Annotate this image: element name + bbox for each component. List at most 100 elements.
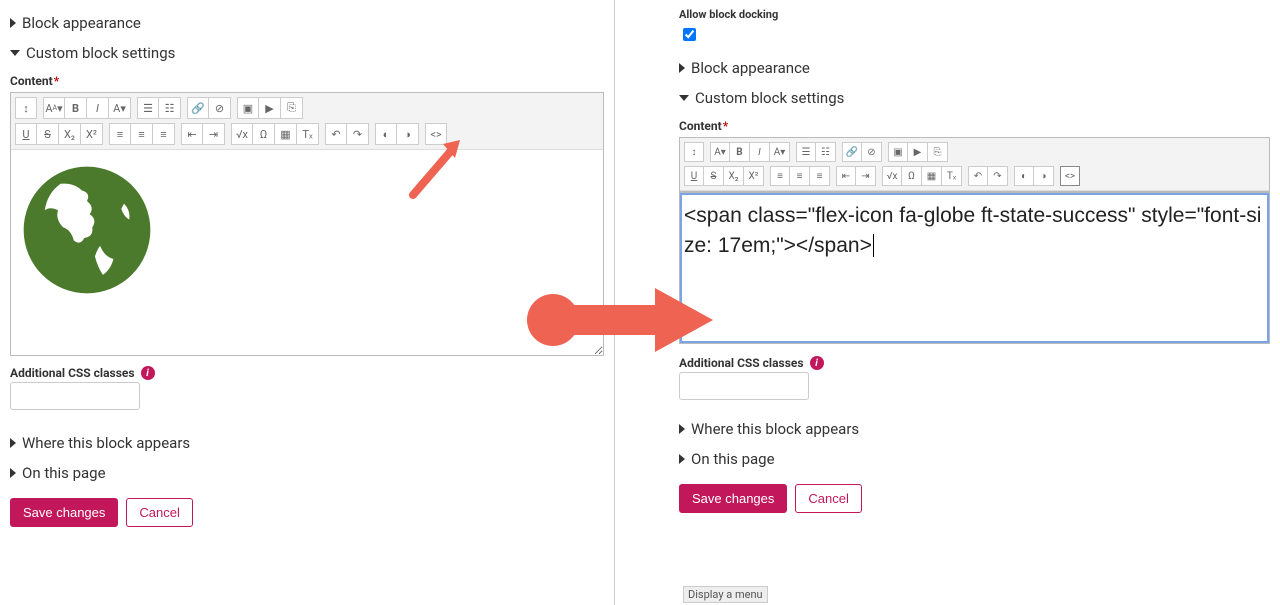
section-label: Custom block settings <box>695 89 844 107</box>
media-button[interactable]: ▶ <box>259 97 281 119</box>
align-right-button[interactable]: ≡ <box>810 166 830 186</box>
chevron-right-icon <box>679 63 685 73</box>
undo-button[interactable]: ↶ <box>968 166 988 186</box>
font-family-button[interactable]: A▾ <box>710 142 730 162</box>
css-input[interactable] <box>679 372 809 400</box>
section-block-appearance[interactable]: Block appearance <box>679 53 1270 83</box>
underline-button[interactable]: U <box>684 166 704 186</box>
section-on-this-page[interactable]: On this page <box>679 444 1270 474</box>
allow-docking-checkbox[interactable] <box>683 28 696 41</box>
image-button[interactable]: ▣ <box>237 97 259 119</box>
subscript-button[interactable]: X₂ <box>59 123 81 145</box>
unordered-list-button[interactable]: ☰ <box>137 97 159 119</box>
superscript-button[interactable]: X² <box>744 166 764 186</box>
align-center-button[interactable]: ≡ <box>790 166 810 186</box>
css-input[interactable] <box>10 382 140 410</box>
save-button[interactable]: Save changes <box>10 498 118 527</box>
css-label: Additional CSS classes <box>10 366 135 380</box>
unlink-button[interactable]: ⊘ <box>209 97 231 119</box>
section-where-appears[interactable]: Where this block appears <box>679 414 1270 444</box>
chevron-down-icon <box>10 50 20 56</box>
special-char-button[interactable]: Ω <box>253 123 275 145</box>
section-label: Block appearance <box>22 14 141 32</box>
font-family-button[interactable]: AA▾ <box>43 97 65 119</box>
strike-button[interactable]: S <box>704 166 724 186</box>
table-button[interactable]: ▦ <box>922 166 942 186</box>
undo-button[interactable]: ↶ <box>325 123 347 145</box>
accessibility-button-2[interactable]: ◑ <box>1034 166 1054 186</box>
unordered-list-button[interactable]: ☰ <box>796 142 816 162</box>
toolbar-toggle-button[interactable]: ↕ <box>684 142 704 162</box>
editor-body[interactable] <box>11 150 603 355</box>
font-size-button[interactable]: A▾ <box>109 97 131 119</box>
content-label: Content* <box>10 74 604 88</box>
link-button[interactable]: 🔗 <box>187 97 209 119</box>
section-where-appears[interactable]: Where this block appears <box>10 428 604 458</box>
info-icon[interactable]: i <box>141 366 155 380</box>
media-button[interactable]: ▶ <box>908 142 928 162</box>
ordered-list-button[interactable]: ☷ <box>159 97 181 119</box>
font-size-button[interactable]: A▾ <box>770 142 790 162</box>
accessibility-button-1[interactable]: ◐ <box>1014 166 1034 186</box>
clear-format-button[interactable]: Tₓ <box>297 123 319 145</box>
equation-button[interactable]: √x <box>882 166 902 186</box>
outdent-button[interactable]: ⇤ <box>836 166 856 186</box>
unlink-button[interactable]: ⊘ <box>862 142 882 162</box>
italic-button[interactable]: I <box>87 97 109 119</box>
cancel-button[interactable]: Cancel <box>126 498 192 527</box>
section-custom-block-settings[interactable]: Custom block settings <box>679 83 1270 113</box>
align-center-button[interactable]: ≡ <box>131 123 153 145</box>
bold-button[interactable]: B <box>730 142 750 162</box>
cancel-button[interactable]: Cancel <box>795 484 861 513</box>
redo-button[interactable]: ↷ <box>988 166 1008 186</box>
section-label: Custom block settings <box>26 44 175 62</box>
chevron-right-icon <box>10 468 16 478</box>
content-editor: ↕ A▾ B I A▾ ☰ ☷ 🔗 ⊘ <box>679 137 1270 192</box>
special-char-button[interactable]: Ω <box>902 166 922 186</box>
css-label: Additional CSS classes <box>679 356 804 370</box>
toolbar-toggle-button[interactable]: ↕ <box>15 97 37 119</box>
left-pane: Block appearance Custom block settings C… <box>0 0 615 605</box>
link-button[interactable]: 🔗 <box>842 142 862 162</box>
section-block-appearance[interactable]: Block appearance <box>10 8 604 38</box>
italic-button[interactable]: I <box>750 142 770 162</box>
footer-tooltip: Display a menu <box>683 586 768 603</box>
accessibility-button-1[interactable]: ◐ <box>375 123 397 145</box>
right-pane: Allow block docking Block appearance Cus… <box>615 0 1280 605</box>
table-button[interactable]: ▦ <box>275 123 297 145</box>
content-editor: ↕ AA▾ B I A▾ ☰ ☷ 🔗 ⊘ <box>10 92 604 356</box>
image-button[interactable]: ▣ <box>888 142 908 162</box>
section-label: Block appearance <box>691 59 810 77</box>
file-button[interactable]: ⎘ <box>928 142 948 162</box>
globe-icon <box>19 158 595 300</box>
equation-button[interactable]: √x <box>231 123 253 145</box>
superscript-button[interactable]: X² <box>81 123 103 145</box>
bold-button[interactable]: B <box>65 97 87 119</box>
section-label: On this page <box>22 464 106 482</box>
ordered-list-button[interactable]: ☷ <box>816 142 836 162</box>
section-label: On this page <box>691 450 775 468</box>
accessibility-button-2[interactable]: ◑ <box>397 123 419 145</box>
outdent-button[interactable]: ⇤ <box>181 123 203 145</box>
editor-toolbar: ↕ A▾ B I A▾ ☰ ☷ 🔗 ⊘ <box>680 138 1269 191</box>
info-icon[interactable]: i <box>810 356 824 370</box>
html-source-button[interactable]: <> <box>425 123 447 145</box>
align-left-button[interactable]: ≡ <box>109 123 131 145</box>
clear-format-button[interactable]: Tₓ <box>942 166 962 186</box>
indent-button[interactable]: ⇥ <box>856 166 876 186</box>
align-left-button[interactable]: ≡ <box>770 166 790 186</box>
section-on-this-page[interactable]: On this page <box>10 458 604 488</box>
indent-button[interactable]: ⇥ <box>203 123 225 145</box>
align-right-button[interactable]: ≡ <box>153 123 175 145</box>
subscript-button[interactable]: X₂ <box>724 166 744 186</box>
chevron-right-icon <box>10 18 16 28</box>
code-editor-body[interactable]: <span class="flex-icon fa-globe ft-state… <box>680 193 1269 343</box>
redo-button[interactable]: ↷ <box>347 123 369 145</box>
chevron-right-icon <box>679 454 685 464</box>
save-button[interactable]: Save changes <box>679 484 787 513</box>
strike-button[interactable]: S <box>37 123 59 145</box>
html-source-button[interactable]: <> <box>1060 166 1080 186</box>
file-button[interactable]: ⎘ <box>281 97 303 119</box>
section-custom-block-settings[interactable]: Custom block settings <box>10 38 604 68</box>
underline-button[interactable]: U <box>15 123 37 145</box>
